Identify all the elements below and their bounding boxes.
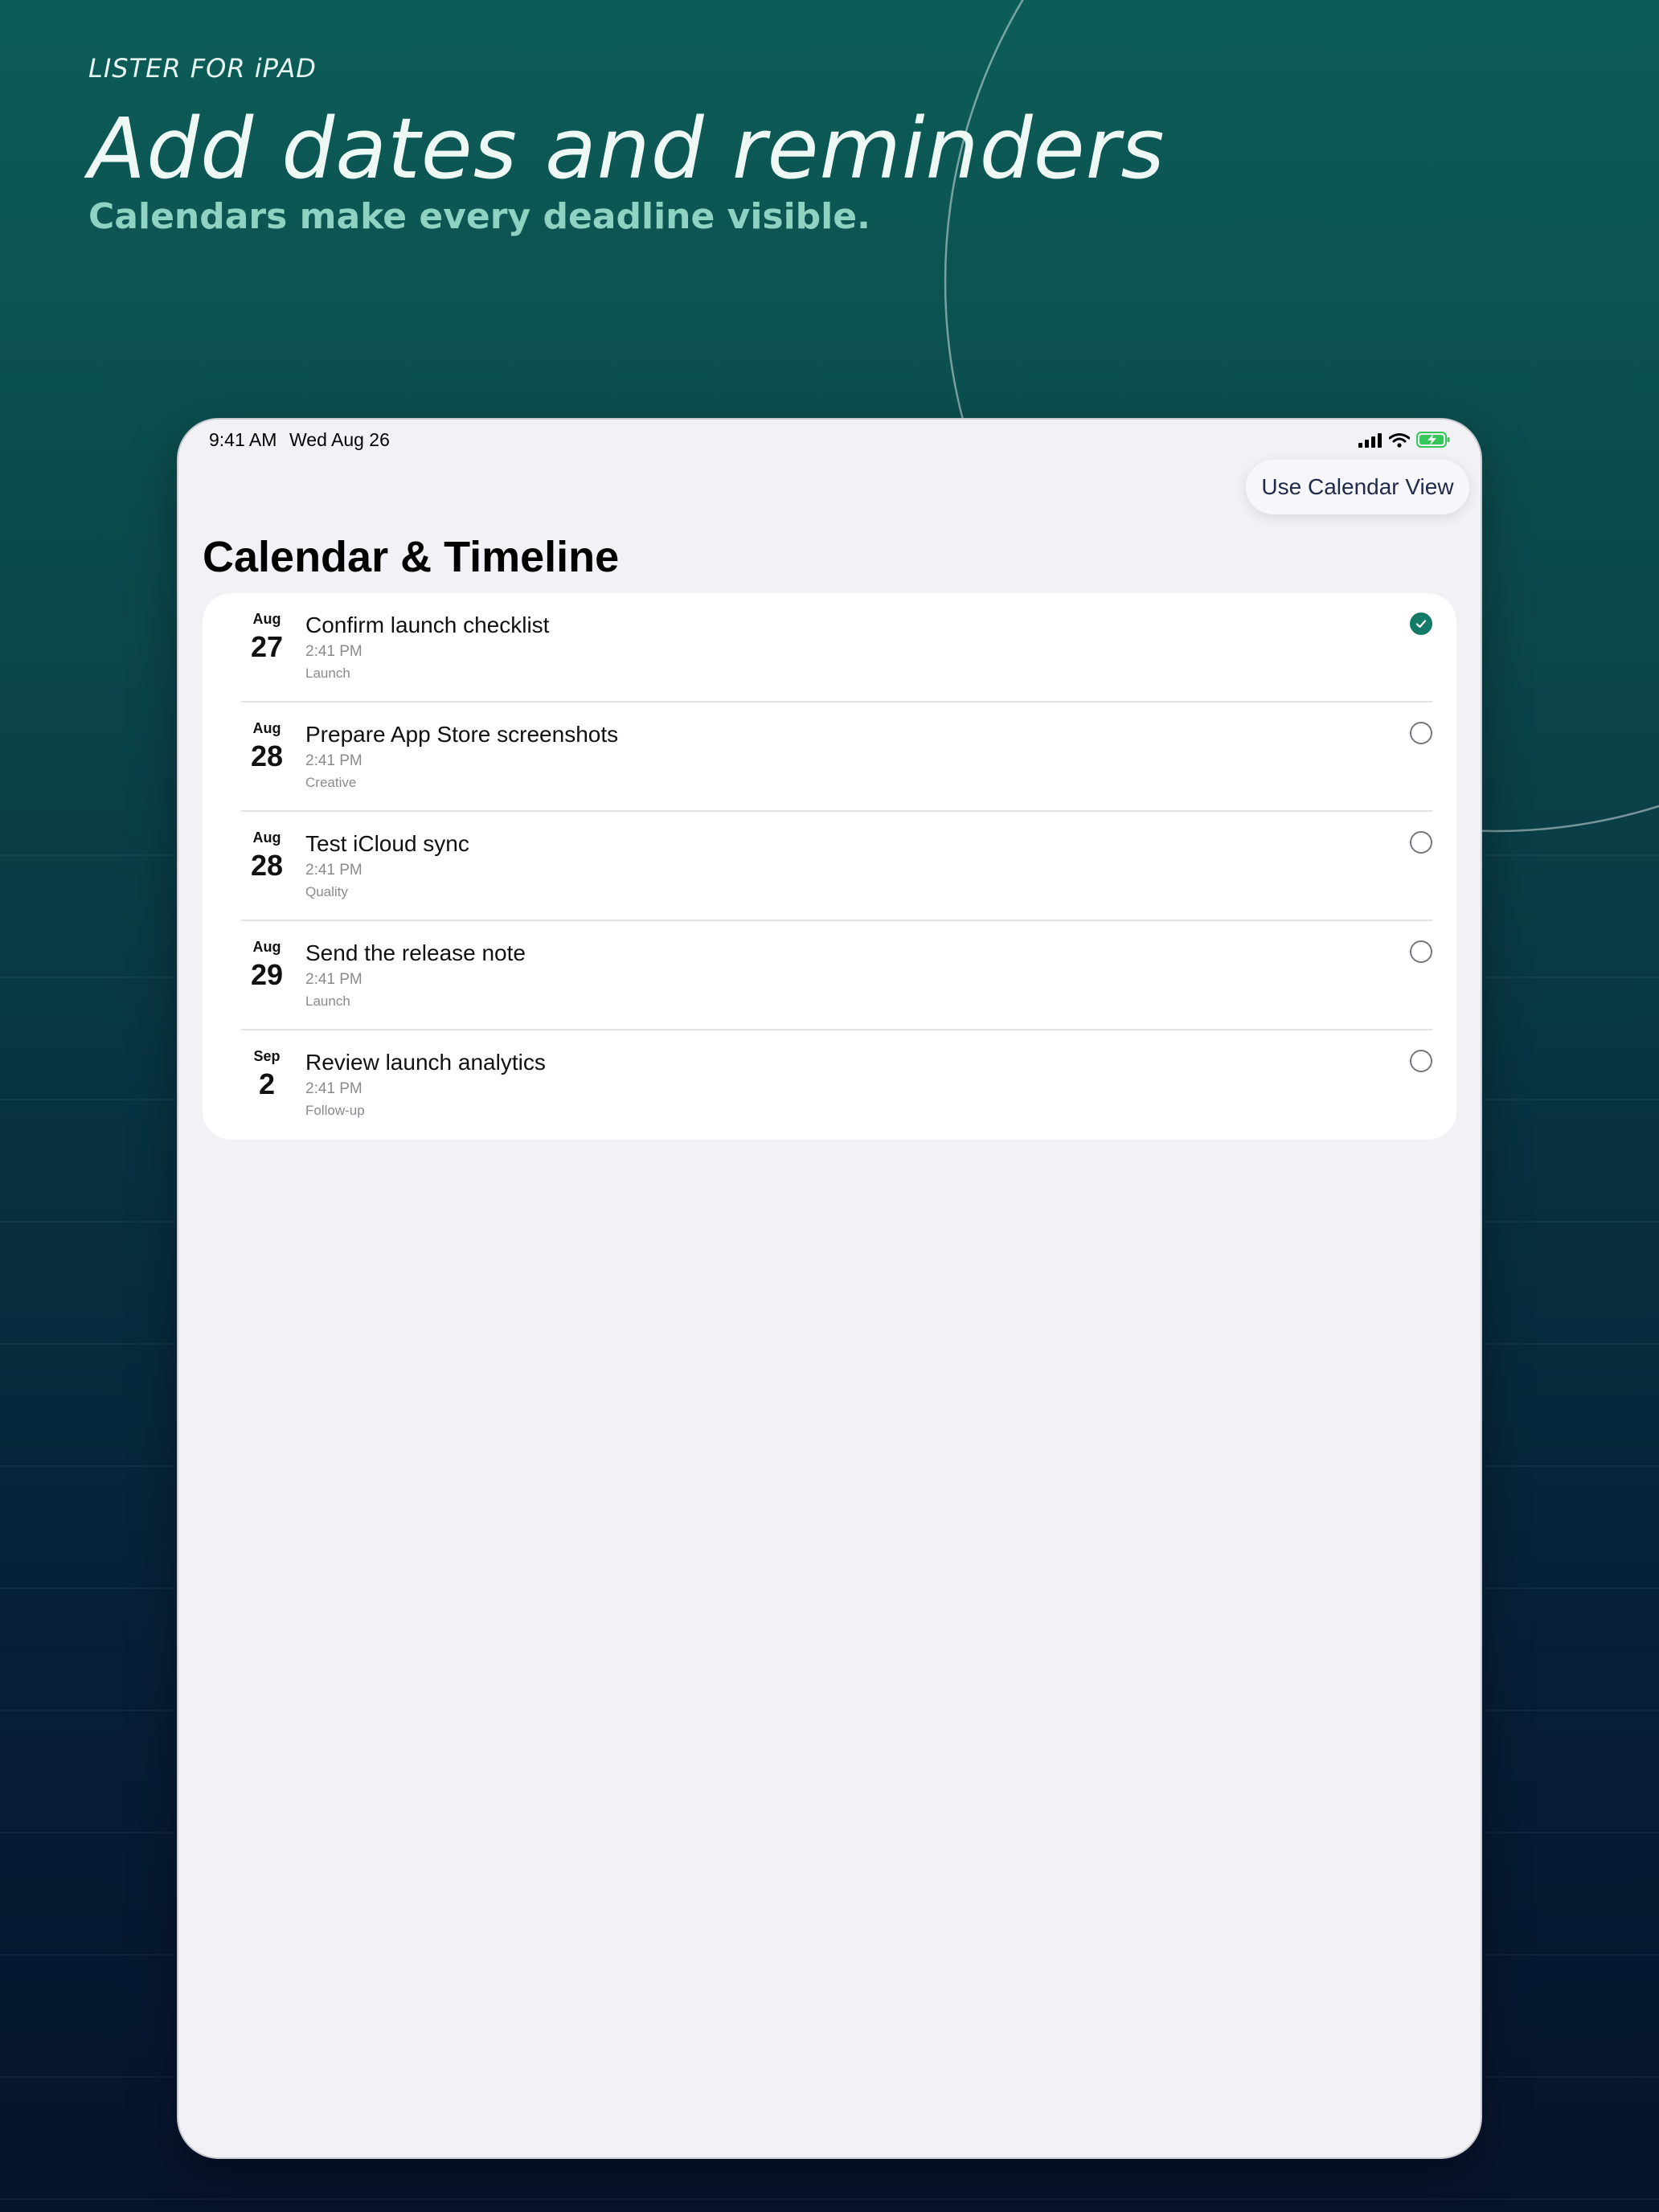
task-title: Confirm launch checklist (305, 612, 550, 637)
ipad-screen: 9:41 AM Wed Aug 26 Use Calendar View Cal… (177, 418, 1482, 2159)
task-title: Send the release note (305, 940, 526, 965)
incomplete-checkbox[interactable] (1410, 940, 1432, 963)
date-day: 27 (250, 630, 284, 663)
date-day: 28 (250, 739, 284, 772)
incomplete-checkbox[interactable] (1410, 1050, 1432, 1072)
task-row[interactable]: Sep 2 Review launch analytics 2:41 PM Fo… (203, 1030, 1456, 1140)
status-time: 9:41 AM (209, 429, 277, 450)
battery-charging-icon (1416, 431, 1450, 453)
status-bar: 9:41 AM Wed Aug 26 (178, 420, 1481, 460)
task-time: 2:41 PM (305, 752, 363, 769)
date-month: Aug (252, 611, 281, 627)
task-tag: Launch (305, 993, 350, 1009)
date-month: Aug (252, 720, 281, 736)
task-time: 2:41 PM (305, 862, 363, 879)
date-day: 2 (258, 1067, 276, 1100)
task-row[interactable]: Aug 28 Test iCloud sync 2:41 PM Quality (203, 812, 1456, 921)
completed-checkbox[interactable] (1410, 612, 1432, 635)
date-month: Aug (252, 830, 281, 846)
task-row[interactable]: Aug 28 Prepare App Store screenshots 2:4… (203, 703, 1456, 812)
date-month: Aug (252, 939, 281, 955)
task-tag: Quality (305, 884, 348, 899)
use-calendar-view-button[interactable]: Use Calendar View (1246, 460, 1469, 514)
task-tag: Follow-up (305, 1103, 365, 1118)
date-day: 28 (250, 849, 284, 882)
cellular-signal-icon (1358, 431, 1382, 453)
task-row[interactable]: Aug 29 Send the release note 2:41 PM Lau… (203, 921, 1456, 1030)
date-month: Sep (253, 1048, 281, 1064)
subhead: Calendars make every deadline visible. (88, 196, 870, 237)
checkmark-icon (1415, 620, 1427, 629)
wifi-icon (1388, 431, 1411, 453)
status-icons (1358, 431, 1450, 453)
task-tag: Creative (305, 775, 357, 790)
status-date: Wed Aug 26 (289, 429, 390, 450)
task-tag: Launch (305, 666, 350, 681)
task-time: 2:41 PM (305, 971, 363, 988)
task-time: 2:41 PM (305, 1080, 363, 1097)
task-title: Test iCloud sync (305, 831, 469, 856)
incomplete-checkbox[interactable] (1410, 831, 1432, 854)
page-title: Calendar & Timeline (203, 533, 620, 581)
task-title: Review launch analytics (305, 1050, 546, 1075)
date-day: 29 (250, 958, 284, 991)
eyebrow-label: LISTER FOR iPAD (88, 53, 317, 84)
task-row[interactable]: Aug 27 Confirm launch checklist 2:41 PM … (203, 593, 1456, 703)
task-list: Aug 27 Confirm launch checklist 2:41 PM … (203, 593, 1456, 1140)
incomplete-checkbox[interactable] (1410, 722, 1432, 744)
task-title: Prepare App Store screenshots (305, 722, 619, 747)
headline: Add dates and reminders (88, 100, 1165, 198)
task-time: 2:41 PM (305, 643, 363, 660)
